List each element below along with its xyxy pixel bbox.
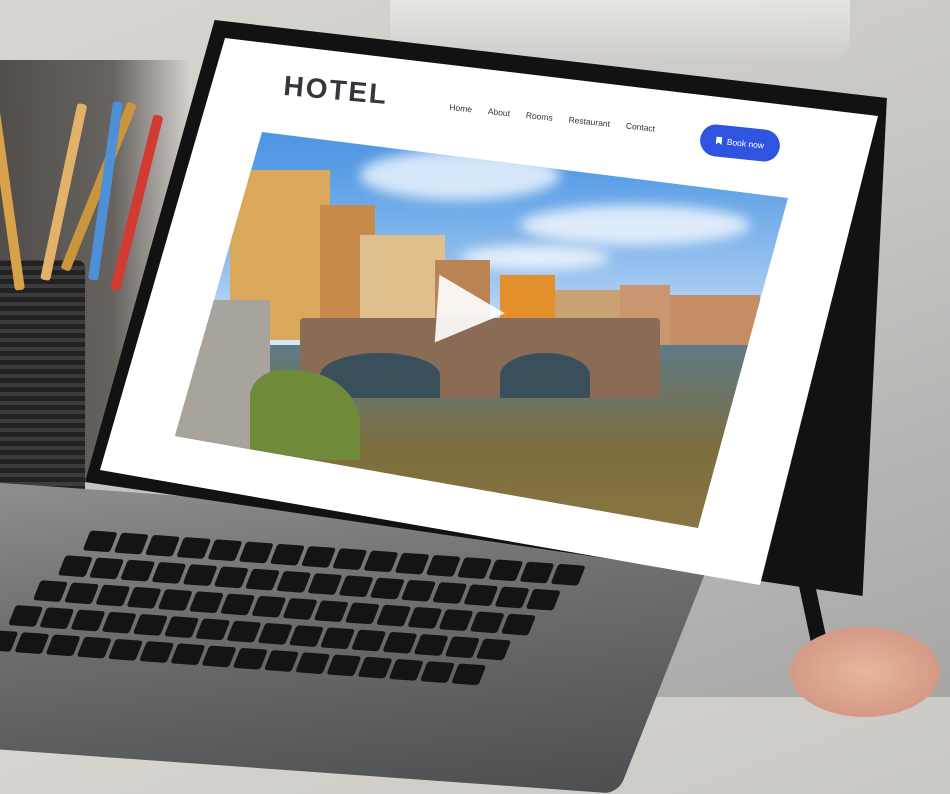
nav-item-restaurant[interactable]: Restaurant: [568, 115, 610, 129]
site-logo[interactable]: HOTEL: [282, 70, 389, 111]
bridge-arch: [500, 353, 590, 398]
cloud: [360, 150, 560, 200]
book-now-label: Book now: [726, 136, 765, 151]
cloud: [520, 205, 750, 245]
hand: [790, 627, 940, 717]
book-now-button[interactable]: Book now: [698, 122, 782, 164]
nav-item-about[interactable]: About: [487, 106, 510, 118]
site-nav: Home About Rooms Restaurant Contact: [449, 102, 656, 134]
nav-item-home[interactable]: Home: [449, 102, 473, 114]
building: [360, 235, 445, 330]
nav-item-rooms[interactable]: Rooms: [525, 110, 553, 123]
nav-item-contact[interactable]: Contact: [625, 121, 655, 134]
bookmark-icon: [716, 136, 723, 145]
pencil-cup: [0, 260, 85, 500]
play-icon[interactable]: [434, 274, 508, 348]
